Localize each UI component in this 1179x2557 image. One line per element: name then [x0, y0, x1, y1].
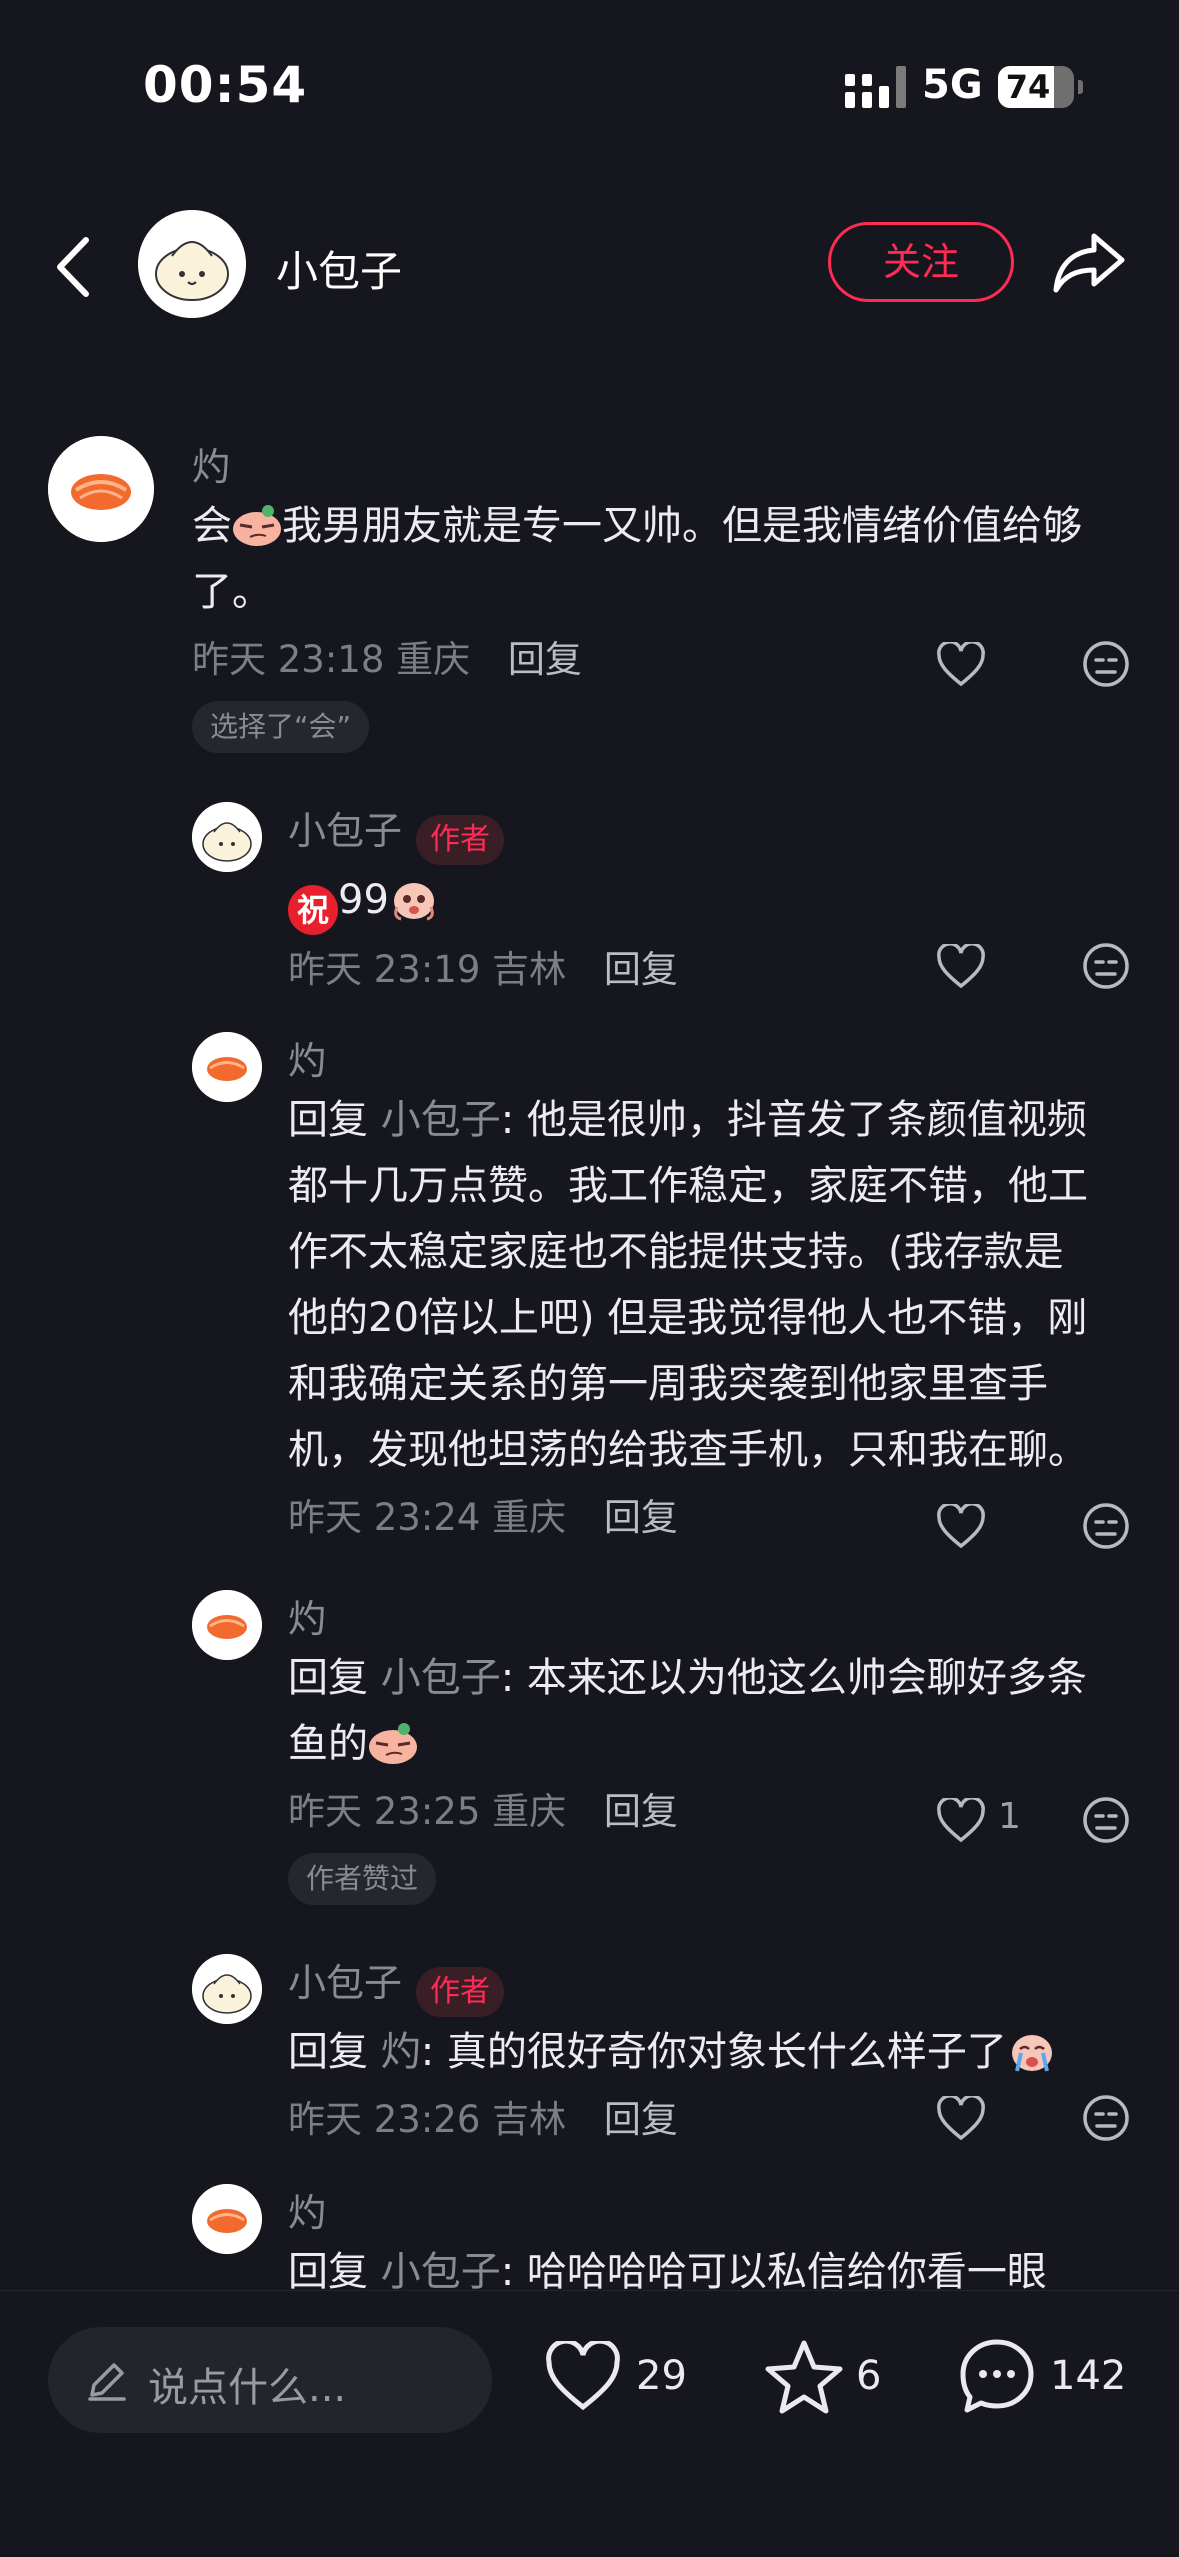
- battery-cap: [1078, 80, 1083, 94]
- commenter-name[interactable]: 小包子: [288, 800, 402, 855]
- commenter-avatar[interactable]: [48, 436, 154, 542]
- dislike-icon[interactable]: [1082, 1796, 1130, 1844]
- heart-icon[interactable]: [936, 1504, 986, 1550]
- comment-location: 吉林: [492, 2097, 567, 2141]
- heart-icon[interactable]: [544, 2341, 622, 2413]
- status-time: 00:54: [143, 56, 308, 114]
- shy-emoji-icon: [393, 882, 434, 920]
- battery-level: 74: [1005, 68, 1051, 106]
- commenter-avatar[interactable]: [192, 1954, 262, 2024]
- post-header: 小包子 关注: [0, 200, 1179, 330]
- commenter-avatar[interactable]: [192, 802, 262, 872]
- signal-icon: [845, 66, 906, 108]
- favorite-total: 6: [856, 2353, 882, 2399]
- comment-time: 昨天 23:19: [288, 947, 481, 991]
- author-name[interactable]: 小包子: [276, 238, 402, 299]
- comment-location: 重庆: [492, 1496, 567, 1539]
- comment-location: 吉林: [492, 947, 567, 991]
- comment-meta: 昨天 23:19 吉林 回复: [288, 943, 1148, 997]
- comment-time: 昨天 23:24: [288, 1496, 481, 1539]
- comment-input[interactable]: 说点什么...: [48, 2327, 492, 2433]
- celebrate-badge-icon: 祝: [288, 884, 338, 935]
- heart-icon[interactable]: [936, 642, 986, 688]
- commenter-name[interactable]: 小包子: [288, 1952, 402, 2007]
- follow-button[interactable]: 关注: [828, 222, 1014, 302]
- author-tag: 作者: [416, 1966, 505, 2017]
- dislike-icon[interactable]: [1082, 640, 1130, 688]
- heart-icon[interactable]: [936, 944, 986, 990]
- author-avatar[interactable]: [138, 210, 246, 318]
- dislike-icon[interactable]: [1082, 1502, 1130, 1550]
- heart-icon[interactable]: [936, 1798, 986, 1844]
- star-icon[interactable]: [764, 2339, 844, 2415]
- smirk-emoji-icon: [233, 505, 281, 546]
- reply-button[interactable]: 回复: [604, 1790, 678, 1833]
- comment-bubble-icon[interactable]: [958, 2337, 1036, 2415]
- like-total: 29: [636, 2353, 687, 2399]
- author-tag: 作者: [416, 814, 505, 865]
- reply-item: 灼 回复 小包子: 哈哈哈哈可以私信给你看一眼: [192, 2182, 1152, 2290]
- share-icon[interactable]: [1052, 228, 1128, 298]
- status-bar: 00:54 5G 74: [0, 0, 1179, 150]
- commenter-name[interactable]: 灼: [288, 1030, 326, 1085]
- dislike-icon[interactable]: [1082, 942, 1130, 990]
- comment-text: 会我男朋友就是专一又帅。但是我情绪价值给够 了。: [192, 503, 1082, 615]
- battery-icon: 74: [998, 66, 1074, 108]
- author-liked-chip: 作者赞过: [288, 1853, 437, 1905]
- comment-time: 昨天 23:25: [288, 1790, 481, 1833]
- comment-time: 昨天 23:26: [288, 2097, 481, 2141]
- comment-time: 昨天 23:18: [192, 638, 385, 681]
- bottom-action-bar: 说点什么... 29 6 142: [0, 2290, 1179, 2557]
- reply-button[interactable]: 回复: [604, 2098, 678, 2141]
- commenter-avatar[interactable]: [192, 1590, 262, 1660]
- back-icon[interactable]: [50, 232, 100, 302]
- commenter-name[interactable]: 灼: [288, 2182, 326, 2237]
- comment-text: 回复 灼: 真的很好奇你对象长什么样子了: [288, 2019, 1168, 2085]
- comment-input-placeholder: 说点什么...: [148, 2365, 347, 2411]
- poll-choice-chip: 选择了“会”: [192, 701, 370, 753]
- comment-text: 祝 99: [288, 867, 1148, 935]
- comment-text: 回复 小包子: 哈哈哈哈可以私信给你看一眼: [288, 2249, 1047, 2290]
- pencil-icon: [88, 2363, 126, 2401]
- comment-total: 142: [1050, 2353, 1127, 2399]
- heart-icon[interactable]: [936, 2096, 986, 2142]
- comment-meta: 昨天 23:18 重庆 回复: [192, 633, 1172, 687]
- reply-button[interactable]: 回复: [508, 638, 582, 681]
- comment-text: 回复 小包子: 他是很帅，抖音发了条颜值视频 都十几万点赞。我工作稳定，家庭不错…: [288, 1097, 1088, 1473]
- comment-location: 重庆: [396, 638, 471, 681]
- crying-emoji-icon: [1011, 2034, 1052, 2071]
- comment-location: 重庆: [492, 1790, 567, 1833]
- comment-meta: 昨天 23:26 吉林 回复: [288, 2093, 1168, 2147]
- comment-meta: 昨天 23:24 重庆 回复: [288, 1491, 1168, 1545]
- commenter-avatar[interactable]: [192, 2184, 262, 2254]
- commenter-name[interactable]: 灼: [192, 436, 230, 491]
- commenter-avatar[interactable]: [192, 1032, 262, 1102]
- comment-meta: 昨天 23:25 重庆 回复: [288, 1785, 1168, 1839]
- commenter-name[interactable]: 灼: [288, 1588, 326, 1643]
- comment-text: 回复 小包子: 本来还以为他这么帅会聊好多条 鱼的: [288, 1655, 1087, 1767]
- reply-button[interactable]: 回复: [604, 1496, 678, 1539]
- smirk-emoji-icon: [369, 1723, 417, 1764]
- network-label: 5G: [922, 62, 983, 108]
- reply-button[interactable]: 回复: [604, 948, 678, 991]
- dislike-icon[interactable]: [1082, 2094, 1130, 2142]
- like-count: 1: [998, 1796, 1021, 1837]
